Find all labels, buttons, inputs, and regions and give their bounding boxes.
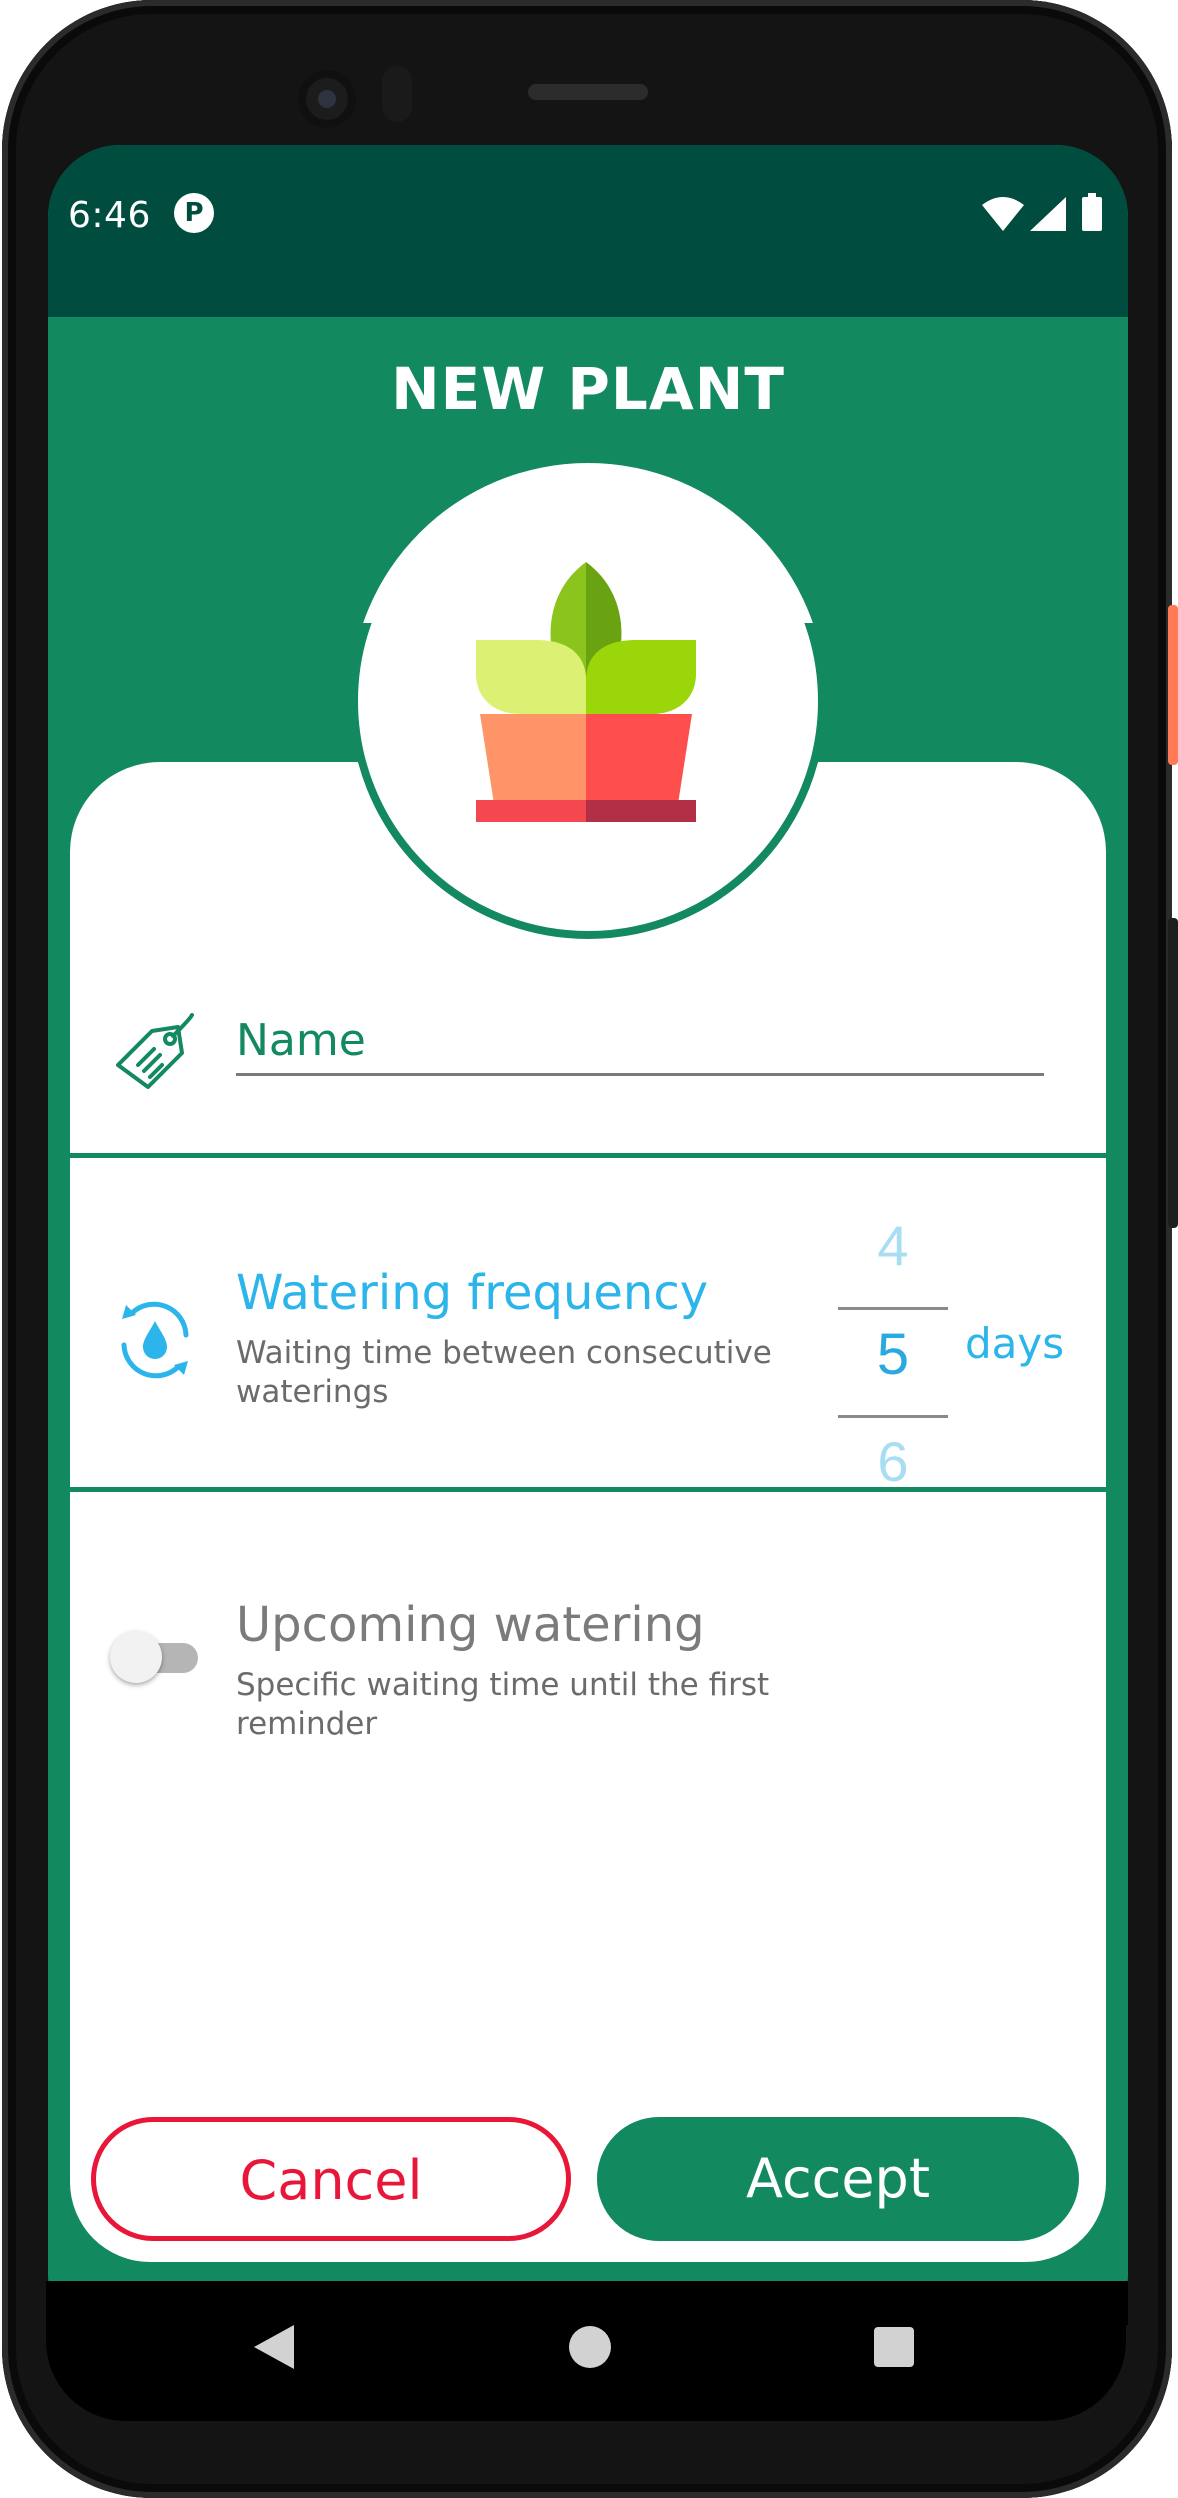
picker-next-value[interactable]: 6 — [838, 1429, 948, 1494]
tag-icon — [116, 1013, 194, 1089]
app-content: Watering frequency Waiting time between … — [48, 145, 1128, 2325]
front-camera — [298, 70, 356, 128]
water-cycle-icon — [121, 1301, 189, 1379]
cancel-button[interactable]: Cancel — [91, 2117, 571, 2241]
form-card — [70, 762, 1106, 2262]
picker-selected-value[interactable]: 5 — [838, 1321, 948, 1388]
potted-plant-icon — [476, 562, 696, 822]
watering-frequency-title: Watering frequency — [236, 1265, 709, 1321]
section-divider — [70, 1487, 1106, 1492]
name-input[interactable] — [236, 1007, 1044, 1076]
upcoming-watering-description: Specific waiting time until the first re… — [236, 1667, 770, 1742]
toggle-thumb — [110, 1631, 162, 1683]
section-divider — [70, 1153, 1106, 1158]
earpiece-speaker — [528, 84, 648, 100]
back-icon[interactable] — [254, 2325, 294, 2369]
navigation-bar — [46, 2281, 1126, 2421]
days-unit-label: days — [965, 1319, 1065, 1368]
volume-button — [1168, 918, 1178, 1228]
days-number-picker[interactable]: 4 5 6 — [838, 1187, 948, 1507]
upcoming-watering-title: Upcoming watering — [236, 1597, 705, 1653]
picker-divider-top — [838, 1307, 948, 1310]
accept-button[interactable]: Accept — [597, 2117, 1079, 2241]
proximity-sensor — [382, 66, 412, 122]
upcoming-watering-toggle[interactable] — [110, 1629, 200, 1683]
watering-frequency-description: Waiting time between consecutive waterin… — [236, 1335, 772, 1410]
picker-previous-value[interactable]: 4 — [838, 1213, 948, 1278]
recents-icon[interactable] — [874, 2327, 914, 2367]
home-icon[interactable] — [569, 2326, 611, 2368]
power-button — [1168, 605, 1178, 765]
picker-divider-bottom — [838, 1415, 948, 1418]
